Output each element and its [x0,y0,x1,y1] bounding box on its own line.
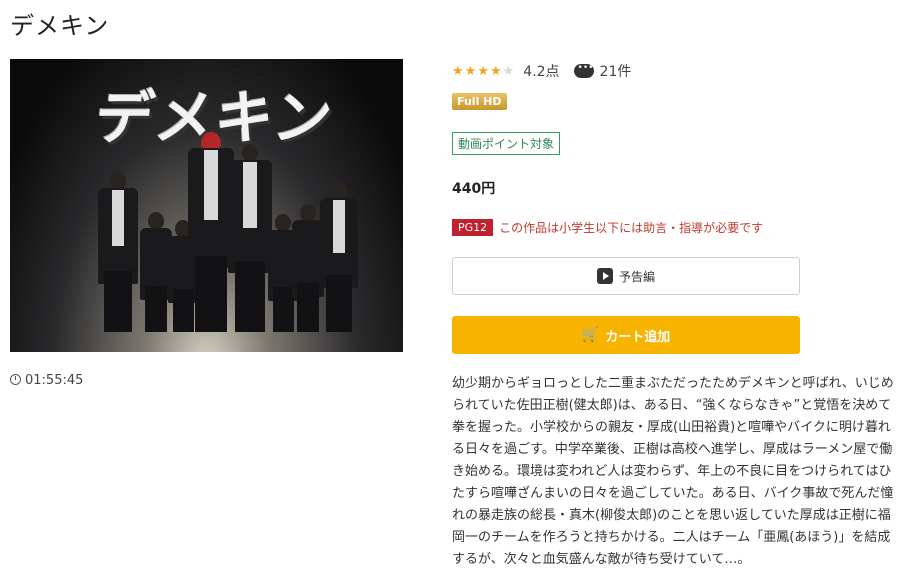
duration: 01:55:45 [10,373,83,388]
rating-row: ★★★★★ 4.2点 21件 [452,61,631,81]
comment-icon[interactable] [573,63,594,78]
star-filled-icon: ★ [477,63,489,79]
rating-score: 4.2点 [523,64,560,80]
poster-figure [98,172,138,332]
pg12-badge: PG12 [452,219,494,236]
star-filled-icon: ★ [452,63,464,79]
full-hd-badge: Full HD [452,93,507,110]
poster-image: デメキン [10,59,403,352]
description: 幼少期からギョロっとした二重まぶただったためデメキンと呼ばれ、いじめられていた佐… [452,376,894,567]
star-empty-icon: ★ [502,63,515,79]
poster-figure [320,182,358,332]
cart-icon: 🛒 [581,327,600,343]
page-title: デメキン [10,12,110,40]
clock-icon [10,374,21,385]
poster-figure [228,144,272,332]
trailer-label: 予告編 [618,269,655,284]
star-filled-icon: ★ [464,63,477,79]
price: 440円 [452,181,496,197]
add-to-cart-button[interactable]: 🛒 カート追加 [452,316,800,354]
play-icon [596,268,613,284]
review-count[interactable]: 21件 [600,61,632,81]
star-filled-icon: ★ [489,63,502,79]
pg-rating-notice: PG12 この作品は小学生以下には助言・指導が必要です [452,219,763,236]
pg-notice-text: この作品は小学生以下には助言・指導が必要です [499,221,764,235]
video-point-badge: 動画ポイント対象 [452,132,561,155]
duration-text: 01:55:45 [25,373,84,388]
cart-label: カート追加 [605,329,671,345]
trailer-button[interactable]: 予告編 [452,257,800,295]
